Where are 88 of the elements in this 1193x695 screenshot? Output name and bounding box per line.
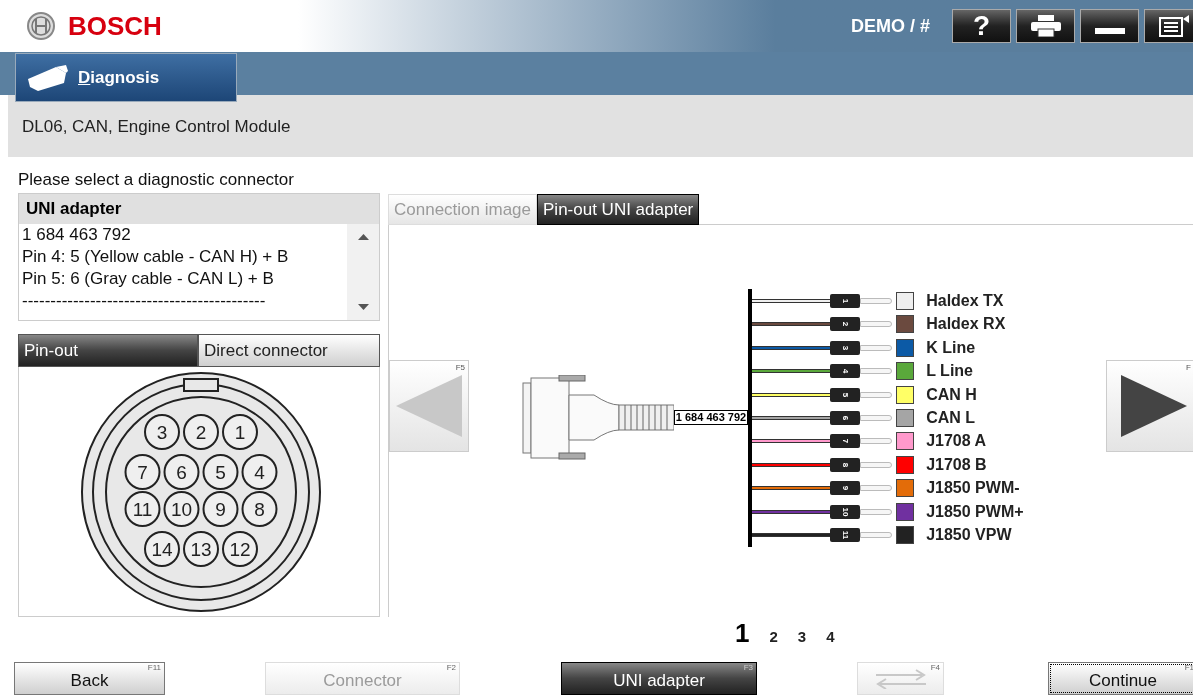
pin-contact: 3 [144, 414, 180, 450]
list-line: 1 684 463 792 [22, 224, 132, 246]
page-number[interactable]: 1 [735, 620, 750, 646]
scroll-up-icon[interactable] [357, 234, 369, 240]
signal-label: J1708 B [926, 454, 988, 475]
page-number[interactable]: 3 [797, 629, 807, 644]
left-triangle-icon [396, 375, 462, 437]
signal-label: CAN L [926, 408, 977, 428]
plug-pin [860, 298, 893, 305]
plug-pin [860, 321, 893, 328]
signal-label: Haldex TX [926, 291, 1005, 312]
scrollbar[interactable] [347, 224, 379, 320]
pin-contact: 11 [124, 491, 161, 527]
right-triangle-icon [1121, 375, 1187, 437]
plug-pin [860, 438, 893, 445]
list-line: ------------------------------------------- [22, 290, 267, 312]
pin-contact: 13 [183, 531, 219, 567]
scroll-down-icon[interactable] [357, 304, 369, 310]
minimize-button[interactable] [1080, 9, 1139, 43]
pin-number: 6 [841, 415, 850, 421]
previous-button[interactable]: F5 [389, 360, 469, 452]
pin-contact: 12 [222, 531, 258, 567]
list-line: Pin 4: 5 (Yellow cable - CAN H) + B [22, 246, 290, 268]
page-number[interactable]: 2 [769, 629, 778, 644]
pin-contact: 2 [183, 414, 219, 450]
plug-pin [860, 485, 893, 492]
connector-tab[interactable]: Direct connector [198, 334, 380, 367]
swap-arrows-icon [873, 668, 928, 689]
plug-pin [860, 531, 893, 538]
pin-number: 11 [841, 530, 850, 540]
signal-label: K Line [926, 337, 977, 358]
pin-contact: 5 [202, 454, 239, 490]
signal-label: L Line [926, 361, 974, 382]
footer-button[interactable]: Continue F1 [1048, 662, 1193, 695]
signal-label: Haldex RX [926, 314, 1007, 335]
page-number[interactable]: 4 [826, 629, 835, 644]
breadcrumb: DL06, CAN, Engine Control Module [22, 115, 291, 138]
list-line: Pin 5: 6 (Gray cable - CAN L) + B [22, 268, 275, 290]
pin-contact: 7 [124, 454, 161, 490]
key-hint: F5 [455, 362, 465, 374]
key-hint: F [1186, 362, 1191, 374]
diagnosis-tab[interactable]: Diagnosis [15, 53, 237, 102]
pin-contact: 9 [202, 491, 239, 527]
signal-label: J1850 VPW [926, 524, 1013, 545]
view-tab[interactable]: Pin-out UNI adapter [537, 194, 700, 225]
user-label: DEMO / # [851, 14, 930, 38]
pin-number: 1 [841, 298, 850, 304]
print-button[interactable] [1016, 9, 1075, 43]
help-button[interactable]: ? [952, 9, 1011, 43]
pin-contact: 4 [241, 454, 278, 490]
signal-label: J1708 A [926, 431, 988, 452]
pin-number: 9 [841, 485, 850, 491]
pin-contact: 8 [241, 491, 278, 527]
signal-label: J1850 PWM- [926, 478, 1021, 499]
signal-label: J1850 PWM+ [926, 501, 1025, 522]
menu-button[interactable] [1144, 9, 1193, 43]
pin-number: 10 [841, 507, 850, 516]
minimize-icon [1094, 28, 1125, 34]
footer-button[interactable]: Back F11 [14, 662, 165, 695]
plug-pin [860, 368, 893, 375]
footer-button[interactable]: UNI adapter F3 [561, 662, 757, 695]
plug-pin [860, 415, 893, 421]
brand-logo: BOSCH [68, 9, 162, 43]
plug-icon [26, 62, 68, 93]
connector-tab[interactable]: Pin-out [18, 334, 198, 367]
plug-pin [860, 344, 893, 351]
pin-number: 3 [841, 345, 850, 351]
prompt-text: Please select a diagnostic connector [18, 170, 295, 190]
pin-contact: 10 [163, 491, 200, 527]
plug-pin [860, 391, 893, 398]
next-button[interactable]: F [1106, 360, 1193, 452]
print-icon [1030, 15, 1061, 37]
pin-number: 5 [841, 392, 850, 397]
adapter-list[interactable]: UNI adapter 1 684 463 792 Pin 4: 5 (Yellow cable - CAN H) + B Pin 5: 6 (Gray cable - CAN L) + B ------------------------------------------- [18, 193, 380, 321]
plug-pin [860, 508, 893, 515]
pin-contact: 14 [144, 531, 180, 567]
pin-number: 8 [841, 462, 850, 467]
list-icon [1158, 15, 1189, 37]
pin-number: 4 [841, 369, 850, 374]
signal-label: CAN H [926, 384, 978, 405]
plug-pin [860, 461, 893, 468]
list-header: UNI adapter [19, 194, 379, 224]
pin-contact: 1 [222, 414, 258, 450]
logo-icon [26, 11, 56, 41]
pin-number: 7 [841, 439, 850, 444]
cable-label: 1 684 463 792 [673, 410, 749, 426]
pin-contact: 6 [163, 454, 200, 490]
pin-number: 2 [841, 322, 850, 327]
